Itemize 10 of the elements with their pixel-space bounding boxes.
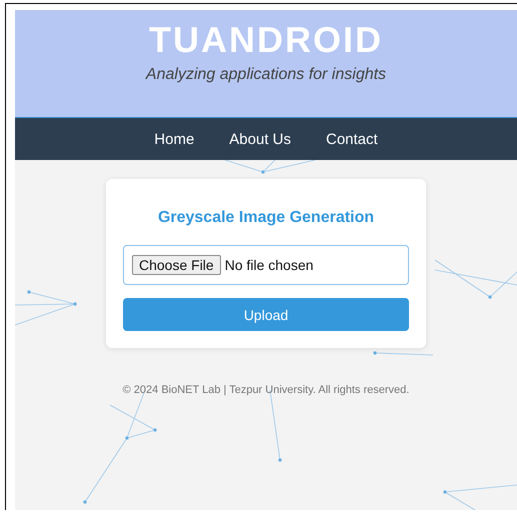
card-title: Greyscale Image Generation [156,209,376,227]
footer-text: © 2024 BioNET Lab | Tezpur University. All rights reserved. [122,384,410,396]
file-status-text: No file chosen [224,257,314,273]
file-input-field[interactable]: Choose File No file chosen [123,245,409,285]
site-title: TUANDROID [149,20,383,60]
nav-link[interactable]: About Us [229,130,291,148]
nav-link[interactable]: Contact [326,130,378,148]
nav-link[interactable]: Home [154,130,194,148]
site-tagline: Analyzing applications for insights [146,66,386,84]
choose-file-button[interactable]: Choose File [132,255,221,275]
